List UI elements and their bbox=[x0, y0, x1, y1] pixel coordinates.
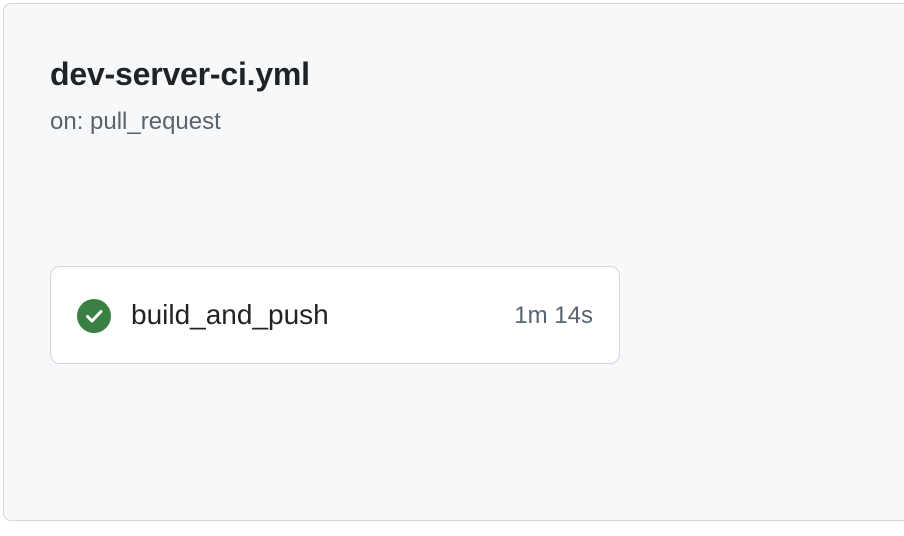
workflow-graph-panel: dev-server-ci.yml on: pull_request build… bbox=[3, 3, 904, 521]
check-circle-fill-icon bbox=[77, 299, 111, 333]
job-duration: 1m 14s bbox=[514, 302, 593, 329]
workflow-file-name: dev-server-ci.yml bbox=[50, 56, 310, 92]
job-name: build_and_push bbox=[131, 299, 329, 330]
job-card-build-and-push[interactable]: build_and_push 1m 14s bbox=[50, 266, 620, 364]
workflow-trigger: on: pull_request bbox=[50, 108, 221, 135]
